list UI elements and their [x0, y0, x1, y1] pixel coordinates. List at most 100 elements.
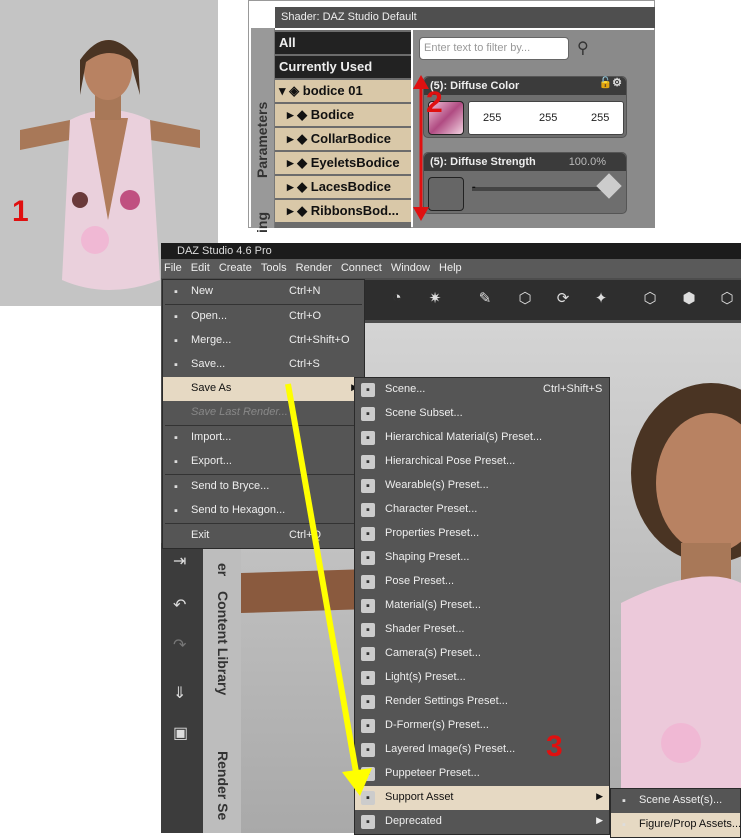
tab-parameters[interactable]: Parameters	[254, 102, 270, 178]
redo-icon[interactable]: ↷	[173, 635, 186, 655]
tree-item-lacesbodice[interactable]: ▸ ◆ LacesBodice	[275, 176, 411, 198]
tree-item-collarbodice[interactable]: ▸ ◆ CollarBodice	[275, 128, 411, 150]
menu-item-label: Hierarchical Pose Preset...	[385, 455, 516, 467]
menu-item-label: Scene Asset(s)...	[639, 794, 723, 806]
tree-item-all[interactable]: All	[275, 32, 411, 54]
support-item-figure-prop-assets[interactable]: ▪ Figure/Prop Assets...	[611, 813, 741, 837]
tree-item-bodice[interactable]: ▸ ◆ Bodice	[275, 104, 411, 126]
saveas-item-pose-preset[interactable]: ▪ Pose Preset...	[355, 570, 609, 594]
blue-value[interactable]: 255	[591, 112, 609, 124]
diffuse-color-label: (5): Diffuse Color	[424, 77, 626, 95]
strength-slider[interactable]	[472, 187, 612, 191]
saveas-item-wearable-s-preset[interactable]: ▪ Wearable(s) Preset...	[355, 474, 609, 498]
geometry-tool-icon[interactable]: ⬡	[716, 289, 738, 311]
joint-tool-icon[interactable]: ⬢	[678, 289, 700, 311]
saveas-item-render-settings-preset[interactable]: ▪ Render Settings Preset...	[355, 690, 609, 714]
saveas-item-material-s-preset[interactable]: ▪ Material(s) Preset...	[355, 594, 609, 618]
search-icon[interactable]: ⚲	[577, 38, 589, 58]
tab-partial[interactable]: ing	[254, 212, 270, 233]
box-icon[interactable]: ▣	[173, 723, 188, 743]
timer-tool-icon[interactable]: ◔	[386, 289, 408, 311]
support-item-scene-asset-s[interactable]: ▪ Scene Asset(s)...	[611, 789, 740, 813]
menu-connect[interactable]: Connect	[338, 259, 385, 277]
menu-edit[interactable]: Edit	[188, 259, 213, 277]
drop-to-floor-icon[interactable]: ⇓	[173, 683, 186, 703]
menu-file[interactable]: File	[161, 259, 185, 277]
menu-item-label: Exit	[191, 529, 210, 541]
diffuse-strength-label: (5): Diffuse Strength 100.0%	[424, 153, 626, 171]
cube-rotate-icon[interactable]: ⟳	[552, 289, 574, 311]
red-value[interactable]: 255	[483, 112, 501, 124]
node-tool-icon[interactable]: ⬡	[639, 289, 661, 311]
strength-map-icon[interactable]	[428, 177, 464, 211]
saveas-item-scene[interactable]: ▪ Scene... Ctrl+Shift+S	[355, 378, 609, 402]
diffuse-strength-property[interactable]: (5): Diffuse Strength 100.0% -	[423, 152, 627, 214]
saveas-item-puppeteer-preset[interactable]: ▪Puppeteer Preset...	[355, 762, 609, 786]
paint-tool-icon[interactable]: ✎	[474, 289, 496, 311]
saveas-item-d-former-s-preset[interactable]: ▪ D-Former(s) Preset...	[355, 714, 609, 738]
undo-icon[interactable]: ↶	[173, 595, 186, 615]
diffuse-color-property[interactable]: (5): Diffuse Color 255 255 255 🔓⚙	[423, 76, 627, 138]
menu-window[interactable]: Window	[388, 259, 433, 277]
saveas-item-deprecated[interactable]: ▪ Deprecated ▶	[355, 810, 609, 834]
menu-item-label: Character Preset...	[385, 503, 478, 515]
saveas-item-properties-preset[interactable]: ▪ Properties Preset...	[355, 522, 609, 546]
file-item-new[interactable]: ▪ New Ctrl+N	[163, 280, 364, 304]
step-number-1: 1	[12, 195, 29, 228]
saveas-item-layered-image-s-preset[interactable]: ▪ Layered Image(s) Preset...	[355, 738, 609, 762]
menu-item-label: Shader Preset...	[385, 623, 465, 635]
menu-item-label: Send to Bryce...	[191, 480, 270, 492]
lock-gear-icon[interactable]: 🔓⚙	[598, 76, 622, 89]
saveas-item-shaping-preset[interactable]: ▪ Shaping Preset...	[355, 546, 609, 570]
file-item-open[interactable]: ▪ Open... Ctrl+O	[163, 305, 364, 329]
menu-item-label: Scene...	[385, 383, 426, 395]
open-folder-icon: ▪	[174, 311, 178, 323]
menu-shortcut: Ctrl+O	[289, 310, 322, 322]
tab-partial-top[interactable]: er	[215, 563, 231, 576]
cube-scale-icon[interactable]: ✦	[590, 289, 612, 311]
tree-label: RibbonsBod...	[310, 203, 399, 218]
cube-move-icon[interactable]: ⬡	[514, 289, 536, 311]
saveas-item-shader-preset[interactable]: ▪ Shader Preset...	[355, 618, 609, 642]
step-number-3: 3	[546, 730, 563, 763]
menu-item-label: Hierarchical Material(s) Preset...	[385, 431, 543, 443]
figure-prop-assets-icon: ▪	[622, 819, 626, 831]
menu-item-label: Save As	[191, 382, 232, 394]
hexagon-icon: ▪	[174, 505, 178, 517]
shader-panel: Parameters ing Shader: DAZ Studio Defaul…	[248, 0, 655, 233]
saveas-item-hierarchical-material-s-preset[interactable]: ▪ Hierarchical Material(s) Preset...	[355, 426, 609, 450]
deprecated-icon: ▪	[361, 815, 375, 829]
menu-item-label: Properties Preset...	[385, 527, 480, 539]
menu-help[interactable]: Help	[436, 259, 465, 277]
saveas-item-camera-s-preset[interactable]: ▪ Camera(s) Preset...	[355, 642, 609, 666]
new-file-icon: ▪	[174, 286, 178, 298]
menu-shortcut: Ctrl+N	[289, 285, 321, 297]
menu-render[interactable]: Render	[293, 259, 335, 277]
menu-item-label: Figure/Prop Assets...	[639, 818, 741, 830]
file-item-save[interactable]: ▪ Save... Ctrl+S	[163, 353, 364, 377]
tree-item-eyeletsbodice[interactable]: ▸ ◆ EyeletsBodice	[275, 152, 411, 174]
saveas-item-light-s-preset[interactable]: ▪ Light(s) Preset...	[355, 666, 609, 690]
tab-render-settings[interactable]: Render Se	[215, 751, 231, 820]
slider-handle[interactable]	[596, 173, 622, 199]
menu-item-label: Camera(s) Preset...	[385, 647, 481, 659]
menu-item-label: Render Settings Preset...	[385, 695, 508, 707]
tree-item-bodice01[interactable]: ▾ ◈ bodice 01	[275, 80, 411, 102]
saveas-item-support-asset[interactable]: ▪ Support Asset ▶	[355, 786, 609, 810]
menu-tools[interactable]: Tools	[258, 259, 290, 277]
tree-item-ribbonsbodice[interactable]: ▸ ◆ RibbonsBod...	[275, 200, 411, 222]
saveas-item-scene-subset[interactable]: ▪ Scene Subset...	[355, 402, 609, 426]
saveas-item-hierarchical-pose-preset[interactable]: ▪ Hierarchical Pose Preset...	[355, 450, 609, 474]
spotlight-tool-icon[interactable]: ✷	[424, 289, 446, 311]
tree-label: bodice 01	[302, 83, 363, 98]
support-asset-submenu: ▪ Scene Asset(s)... ▪ Figure/Prop Assets...	[610, 788, 741, 838]
menu-create[interactable]: Create	[216, 259, 255, 277]
saveas-item-character-preset[interactable]: ▪ Character Preset...	[355, 498, 609, 522]
filter-input[interactable]: Enter text to filter by...	[419, 37, 569, 60]
rgb-value-box[interactable]: 255 255 255	[468, 101, 624, 135]
tree-item-currently-used[interactable]: Currently Used	[275, 56, 411, 78]
export-icon[interactable]: ⇥	[173, 551, 186, 571]
green-value[interactable]: 255	[539, 112, 557, 124]
tab-content-library[interactable]: Content Library	[215, 591, 231, 695]
file-item-merge[interactable]: ▪ Merge... Ctrl+Shift+O	[163, 329, 364, 353]
